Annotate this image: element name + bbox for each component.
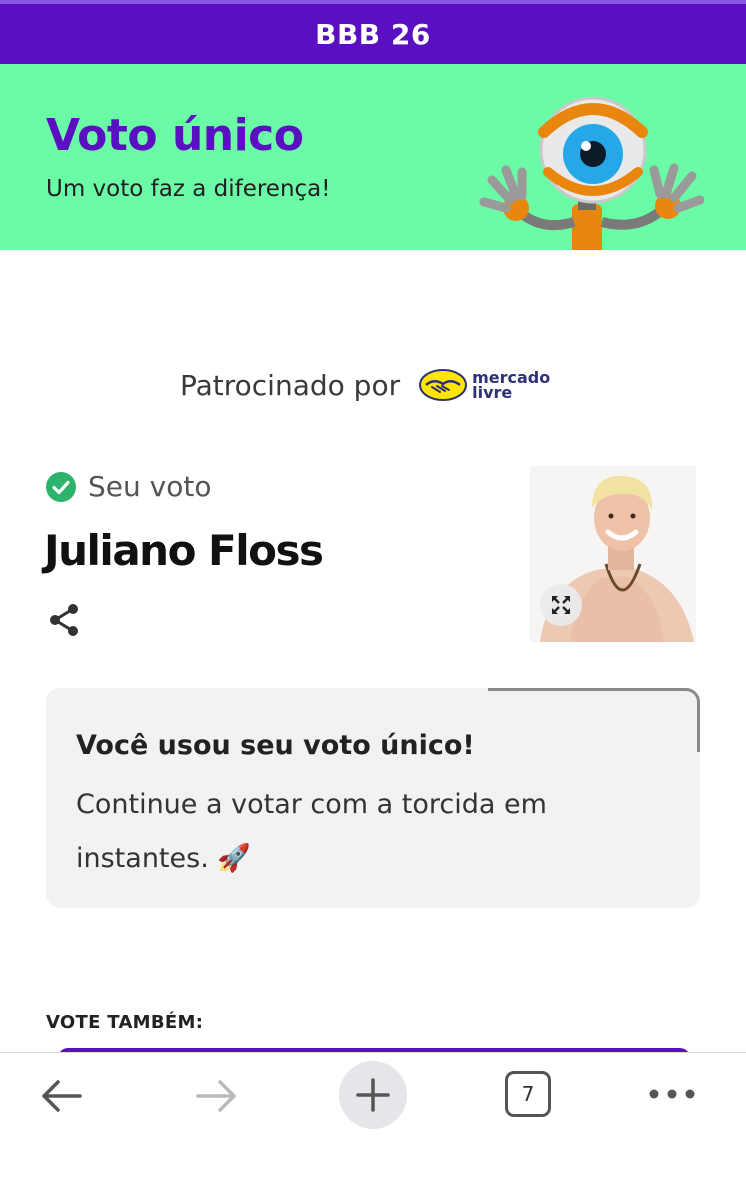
notice-title: Você usou seu voto único! — [76, 730, 475, 761]
hero-banner: Voto único Um voto faz a diferença! — [0, 64, 746, 250]
tabs-count-button[interactable]: 7 — [505, 1071, 551, 1117]
expand-photo-button[interactable] — [540, 584, 582, 626]
expand-arrows-icon — [552, 596, 570, 614]
app-title: BBB 26 — [315, 17, 431, 51]
share-icon[interactable] — [47, 603, 81, 637]
back-arrow-icon[interactable] — [38, 1073, 84, 1119]
app-header-bar: BBB 26 — [0, 0, 746, 64]
new-tab-button[interactable] — [339, 1061, 407, 1129]
sponsor-label: Patrocinado por — [180, 368, 401, 402]
your-vote-label: Seu voto — [88, 470, 212, 503]
plus-icon — [356, 1078, 390, 1112]
handshake-icon — [419, 369, 468, 401]
hero-title: Voto único — [46, 110, 304, 161]
sponsor-row: Patrocinado por mercado livre — [180, 360, 550, 410]
mercado-livre-word2: livre — [472, 383, 513, 402]
vote-used-notice: Você usou seu voto único! Continue a vot… — [46, 688, 700, 908]
big-brother-eye-mascot-icon — [479, 96, 705, 250]
candidate-name: Juliano Floss — [44, 526, 324, 575]
notice-countdown-border — [488, 688, 700, 752]
mercado-livre-logo[interactable]: mercado livre — [418, 368, 550, 402]
hero-subtitle: Um voto faz a diferença! — [46, 176, 331, 202]
check-circle-icon — [46, 472, 76, 502]
vote-also-heading: VOTE TAMBÉM: — [46, 1012, 204, 1033]
forward-arrow-icon[interactable] — [194, 1073, 240, 1119]
browser-bottom-bar: 7 — [0, 1052, 746, 1200]
notice-body: Continue a votar com a torcida em instan… — [76, 789, 547, 874]
more-options-icon[interactable] — [648, 1079, 696, 1109]
